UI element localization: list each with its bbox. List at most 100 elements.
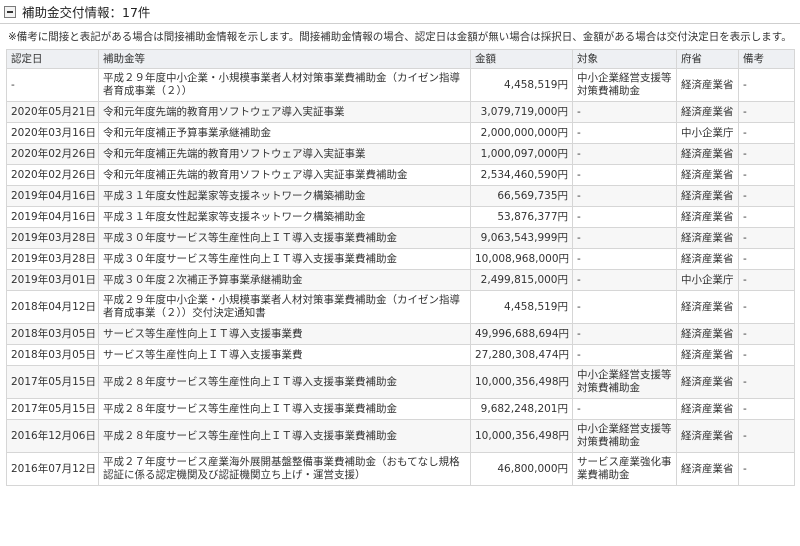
- cell-target: -: [572, 344, 677, 366]
- table-row: 2017年05月15日 平成２８年度サービス等生産性向上ＩＴ導入支援事業費補助金…: [6, 398, 795, 420]
- cell-date: 2019年04月16日: [6, 185, 99, 207]
- cell-remarks: -: [738, 185, 795, 207]
- column-header-date: 認定日: [6, 49, 99, 69]
- cell-date: 2018年03月05日: [6, 344, 99, 366]
- cell-date: -: [6, 68, 99, 102]
- cell-target: -: [572, 206, 677, 228]
- cell-remarks: -: [738, 227, 795, 249]
- cell-remarks: -: [738, 398, 795, 420]
- cell-amount: 2,000,000,000円: [470, 122, 573, 144]
- cell-ministry: 中小企業庁: [676, 269, 739, 291]
- cell-date: 2019年04月16日: [6, 206, 99, 228]
- cell-target: -: [572, 227, 677, 249]
- table-note: ※備考に間接と表記がある場合は間接補助金情報を示します。間接補助金情報の場合、認…: [8, 31, 792, 43]
- cell-remarks: -: [738, 248, 795, 270]
- cell-amount: 2,499,815,000円: [470, 269, 573, 291]
- cell-date: 2020年02月26日: [6, 143, 99, 165]
- cell-target: -: [572, 122, 677, 144]
- cell-amount: 3,079,719,000円: [470, 101, 573, 123]
- cell-date: 2017年05月15日: [6, 365, 99, 399]
- cell-target: 中小企業経営支援等対策費補助金: [572, 365, 677, 399]
- table-row: 2020年03月16日 令和元年度補正予算事業承継補助金 2,000,000,0…: [6, 122, 795, 144]
- cell-remarks: -: [738, 419, 795, 453]
- column-header-amount: 金額: [470, 49, 573, 69]
- cell-subsidy-name: 平成３１年度女性起業家等支援ネットワーク構築補助金: [98, 206, 471, 228]
- cell-ministry: 経済産業省: [676, 344, 739, 366]
- cell-date: 2020年02月26日: [6, 164, 99, 186]
- cell-ministry: 経済産業省: [676, 398, 739, 420]
- cell-date: 2016年12月06日: [6, 419, 99, 453]
- cell-date: 2019年03月01日: [6, 269, 99, 291]
- collapse-minus-icon[interactable]: [4, 5, 16, 18]
- cell-remarks: -: [738, 101, 795, 123]
- cell-target: -: [572, 290, 677, 324]
- cell-subsidy-name: 平成２８年度サービス等生産性向上ＩＴ導入支援事業費補助金: [98, 365, 471, 399]
- cell-date: 2017年05月15日: [6, 398, 99, 420]
- cell-amount: 9,682,248,201円: [470, 398, 573, 420]
- cell-ministry: 経済産業省: [676, 206, 739, 228]
- cell-remarks: -: [738, 164, 795, 186]
- cell-remarks: -: [738, 143, 795, 165]
- cell-target: -: [572, 398, 677, 420]
- cell-remarks: -: [738, 365, 795, 399]
- cell-amount: 4,458,519円: [470, 290, 573, 324]
- cell-date: 2019年03月28日: [6, 227, 99, 249]
- cell-target: -: [572, 101, 677, 123]
- cell-remarks: -: [738, 344, 795, 366]
- column-header-remarks: 備考: [738, 49, 795, 69]
- cell-subsidy-name: 平成２９年度中小企業・小規模事業者人材対策事業費補助金（カイゼン指導者育成事業（…: [98, 290, 471, 324]
- cell-ministry: 経済産業省: [676, 101, 739, 123]
- cell-amount: 4,458,519円: [470, 68, 573, 102]
- cell-target: 中小企業経営支援等対策費補助金: [572, 419, 677, 453]
- cell-remarks: -: [738, 122, 795, 144]
- cell-ministry: 経済産業省: [676, 164, 739, 186]
- cell-subsidy-name: サービス等生産性向上ＩＴ導入支援事業費: [98, 344, 471, 366]
- table-row: 2020年02月26日 令和元年度補正先端的教育用ソフトウェア導入実証事業 1,…: [6, 143, 795, 165]
- cell-target: 中小企業経営支援等対策費補助金: [572, 68, 677, 102]
- cell-ministry: 経済産業省: [676, 68, 739, 102]
- cell-subsidy-name: 平成２７年度サービス産業海外展開基盤整備事業費補助金（おもてなし規格認証に係る認…: [98, 452, 471, 486]
- cell-amount: 53,876,377円: [470, 206, 573, 228]
- cell-subsidy-name: 令和元年度補正先端的教育用ソフトウェア導入実証事業: [98, 143, 471, 165]
- cell-date: 2019年03月28日: [6, 248, 99, 270]
- cell-remarks: -: [738, 290, 795, 324]
- cell-ministry: 経済産業省: [676, 248, 739, 270]
- table-row: 2018年03月05日 サービス等生産性向上ＩＴ導入支援事業費 27,280,3…: [6, 344, 795, 366]
- cell-amount: 46,800,000円: [470, 452, 573, 486]
- cell-remarks: -: [738, 269, 795, 291]
- cell-remarks: -: [738, 452, 795, 486]
- cell-subsidy-name: 平成３１年度女性起業家等支援ネットワーク構築補助金: [98, 185, 471, 207]
- table-row: 2020年05月21日 令和元年度先端的教育用ソフトウェア導入実証事業 3,07…: [6, 101, 795, 123]
- cell-date: 2020年05月21日: [6, 101, 99, 123]
- cell-ministry: 経済産業省: [676, 185, 739, 207]
- cell-amount: 1,000,097,000円: [470, 143, 573, 165]
- cell-amount: 66,569,735円: [470, 185, 573, 207]
- cell-date: 2018年03月05日: [6, 323, 99, 345]
- cell-subsidy-name: 平成３０年度サービス等生産性向上ＩＴ導入支援事業費補助金: [98, 248, 471, 270]
- cell-date: 2020年03月16日: [6, 122, 99, 144]
- section-title: 補助金交付情報：17件: [22, 5, 151, 20]
- cell-date: 2016年07月12日: [6, 452, 99, 486]
- table-row: 2019年03月28日 平成３０年度サービス等生産性向上ＩＴ導入支援事業費補助金…: [6, 227, 795, 249]
- cell-remarks: -: [738, 68, 795, 102]
- cell-amount: 2,534,460,590円: [470, 164, 573, 186]
- cell-ministry: 経済産業省: [676, 227, 739, 249]
- table-row: 2016年12月06日 平成２８年度サービス等生産性向上ＩＴ導入支援事業費補助金…: [6, 419, 795, 453]
- section-header: 補助金交付情報：17件: [0, 0, 800, 24]
- table-row: 2019年03月01日 平成３０年度２次補正予算事業承継補助金 2,499,81…: [6, 269, 795, 291]
- cell-ministry: 経済産業省: [676, 365, 739, 399]
- cell-amount: 10,008,968,000円: [470, 248, 573, 270]
- cell-date: 2018年04月12日: [6, 290, 99, 324]
- table-row: 2018年04月12日 平成２９年度中小企業・小規模事業者人材対策事業費補助金（…: [6, 290, 795, 324]
- table-row: 2018年03月05日 サービス等生産性向上ＩＴ導入支援事業費 49,996,6…: [6, 323, 795, 345]
- cell-subsidy-name: 令和元年度補正予算事業承継補助金: [98, 122, 471, 144]
- cell-subsidy-name: 平成３０年度２次補正予算事業承継補助金: [98, 269, 471, 291]
- subsidy-table: 認定日 補助金等 金額 対象 府省 備考 - 平成２９年度中小企業・小規模事業者…: [6, 49, 795, 486]
- cell-amount: 10,000,356,498円: [470, 419, 573, 453]
- table-row: - 平成２９年度中小企業・小規模事業者人材対策事業費補助金（カイゼン指導者育成事…: [6, 68, 795, 102]
- cell-ministry: 経済産業省: [676, 143, 739, 165]
- cell-ministry: 経済産業省: [676, 452, 739, 486]
- cell-target: -: [572, 143, 677, 165]
- cell-subsidy-name: 令和元年度補正先端的教育用ソフトウェア導入実証事業費補助金: [98, 164, 471, 186]
- cell-target: サービス産業強化事業費補助金: [572, 452, 677, 486]
